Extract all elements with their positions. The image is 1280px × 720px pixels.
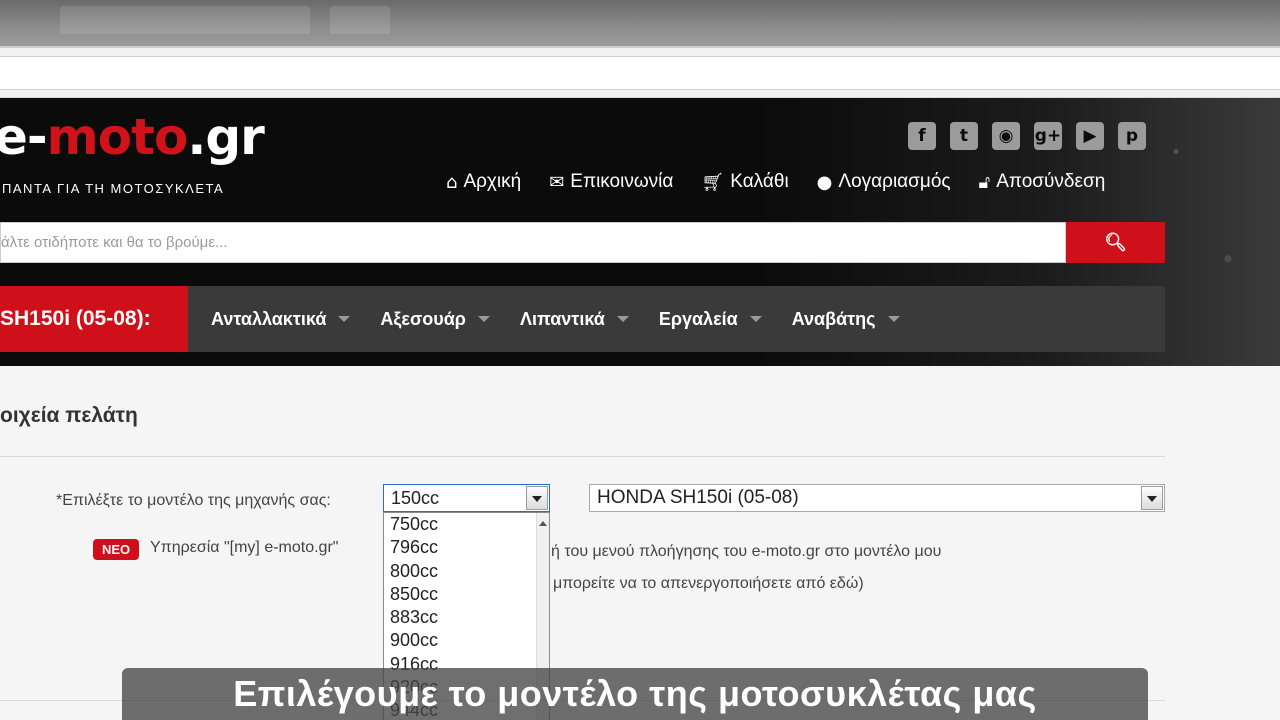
unlock-icon: 🔓︎ xyxy=(978,171,991,193)
customer-details-section: οιχεία πελάτη *Επιλέξτε το μοντέλο της μ… xyxy=(0,366,1280,720)
search-icon: 🔍︎ xyxy=(1104,232,1127,252)
menu-accessories-label: Αξεσουάρ xyxy=(380,308,466,329)
dropdown-option[interactable]: 750cc xyxy=(384,513,549,536)
caret-down-icon xyxy=(887,316,900,322)
url-field[interactable] xyxy=(0,56,1280,90)
nav-contact-label: Επικοινωνία xyxy=(570,171,674,192)
dropdown-option[interactable]: 800cc xyxy=(384,560,549,583)
new-badge: ΝΕΟ xyxy=(93,539,140,560)
search-input[interactable] xyxy=(1,223,1065,262)
envelope-icon: ✉ xyxy=(549,171,565,193)
nav-home[interactable]: ⌂ Αρχική xyxy=(446,171,521,193)
menu-accessories[interactable]: Αξεσουάρ xyxy=(380,309,490,330)
social-links: f t ◉ g+ ▶ p xyxy=(908,122,1146,150)
caret-down-icon xyxy=(749,316,762,322)
category-menubar: SH150i (05-08): Ανταλλακτικά Αξεσουάρ Λι… xyxy=(0,286,1165,352)
video-subtitle-caption: Επιλέγουμε το μοντέλο της μοτοσυκλέτας μ… xyxy=(122,668,1148,720)
menu-lubricants[interactable]: Λιπαντικά xyxy=(520,309,629,330)
site-tagline: ΠΑΝΤΑ ΓΙΑ ΤΗ ΜΟΤΟΣΥΚΛΕΤΑ xyxy=(2,181,225,196)
menu-tools[interactable]: Εργαλεία xyxy=(659,309,762,330)
service-label: Υπηρεσία "[my] e-moto.gr" xyxy=(150,539,339,556)
service-description-line2: μπορείτε να το απενεργοποιήσετε από εδώ) xyxy=(553,575,864,592)
menu-lubricants-label: Λιπαντικά xyxy=(519,308,605,329)
chevron-down-icon[interactable] xyxy=(526,486,548,510)
dropdown-option[interactable]: 796cc xyxy=(384,536,549,559)
new-tab-button[interactable] xyxy=(330,6,390,34)
selected-model-tag[interactable]: SH150i (05-08): xyxy=(0,286,188,352)
chevron-down-icon[interactable] xyxy=(1141,486,1163,510)
nav-contact[interactable]: ✉ Επικοινωνία xyxy=(549,171,673,193)
menu-spare-parts[interactable]: Ανταλλακτικά xyxy=(211,308,351,330)
dropdown-option[interactable]: 900cc xyxy=(384,629,549,652)
search-box xyxy=(0,222,1066,263)
menu-tools-label: Εργαλεία xyxy=(658,308,738,329)
caret-down-icon xyxy=(477,316,490,322)
browser-tabbar xyxy=(0,0,1280,46)
youtube-icon[interactable]: ▶ xyxy=(1076,122,1104,150)
google-plus-icon[interactable]: g+ xyxy=(1034,122,1062,150)
model-select-label: *Επιλέξτε το μοντέλο της μηχανής σας: xyxy=(56,492,331,509)
menu-spare-parts-label: Ανταλλακτικά xyxy=(211,308,327,329)
nav-logout-label: Αποσύνδεση xyxy=(996,171,1106,192)
site-header: e-moto.gr ΠΑΝΤΑ ΓΙΑ ΤΗ ΜΟΤΟΣΥΚΛΕΤΑ f t ◉… xyxy=(0,98,1280,366)
divider xyxy=(0,456,1165,457)
model-select[interactable]: HONDA SH150i (05-08) xyxy=(589,484,1165,512)
nav-account[interactable]: ● Λογαριασμός xyxy=(817,171,951,193)
cart-icon: 🛒︎ xyxy=(701,171,725,193)
engine-cc-select[interactable]: 150cc xyxy=(383,484,550,512)
engine-cc-selected-value: 150cc xyxy=(391,488,440,508)
menu-rider-label: Αναβάτης xyxy=(791,308,876,329)
dropdown-option[interactable]: 883cc xyxy=(384,606,549,629)
home-icon: ⌂ xyxy=(446,171,458,193)
pinterest-icon[interactable]: p xyxy=(1118,122,1146,150)
browser-addressbar xyxy=(0,46,1280,98)
caret-down-icon xyxy=(616,316,629,322)
search-button[interactable]: 🔍︎ xyxy=(1066,222,1165,263)
twitter-icon[interactable]: t xyxy=(950,122,978,150)
model-selected-value: HONDA SH150i (05-08) xyxy=(597,487,799,508)
menu-rider[interactable]: Αναβάτης xyxy=(792,309,900,330)
user-icon: ● xyxy=(816,171,833,193)
facebook-icon[interactable]: f xyxy=(908,122,936,150)
rss-icon[interactable]: ◉ xyxy=(992,122,1020,150)
nav-account-label: Λογαριασμός xyxy=(838,171,951,192)
dropdown-option[interactable]: 850cc xyxy=(384,583,549,606)
nav-cart-label: Καλάθι xyxy=(730,171,789,192)
nav-logout[interactable]: 🔓︎ Αποσύνδεση xyxy=(979,171,1106,193)
browser-tab[interactable] xyxy=(60,6,310,34)
nav-home-label: Αρχική xyxy=(463,171,522,192)
site-logo[interactable]: e-moto.gr xyxy=(0,108,265,166)
service-description-line1: ή του μενού πλοήγησης του e-moto.gr στο … xyxy=(551,543,942,560)
top-navigation: ⌂ Αρχική ✉ Επικοινωνία 🛒︎ Καλάθι ● Λογαρ… xyxy=(446,171,1105,193)
caret-down-icon xyxy=(338,316,351,322)
nav-cart[interactable]: 🛒︎ Καλάθι xyxy=(701,171,788,193)
section-title: οιχεία πελάτη xyxy=(0,404,138,427)
